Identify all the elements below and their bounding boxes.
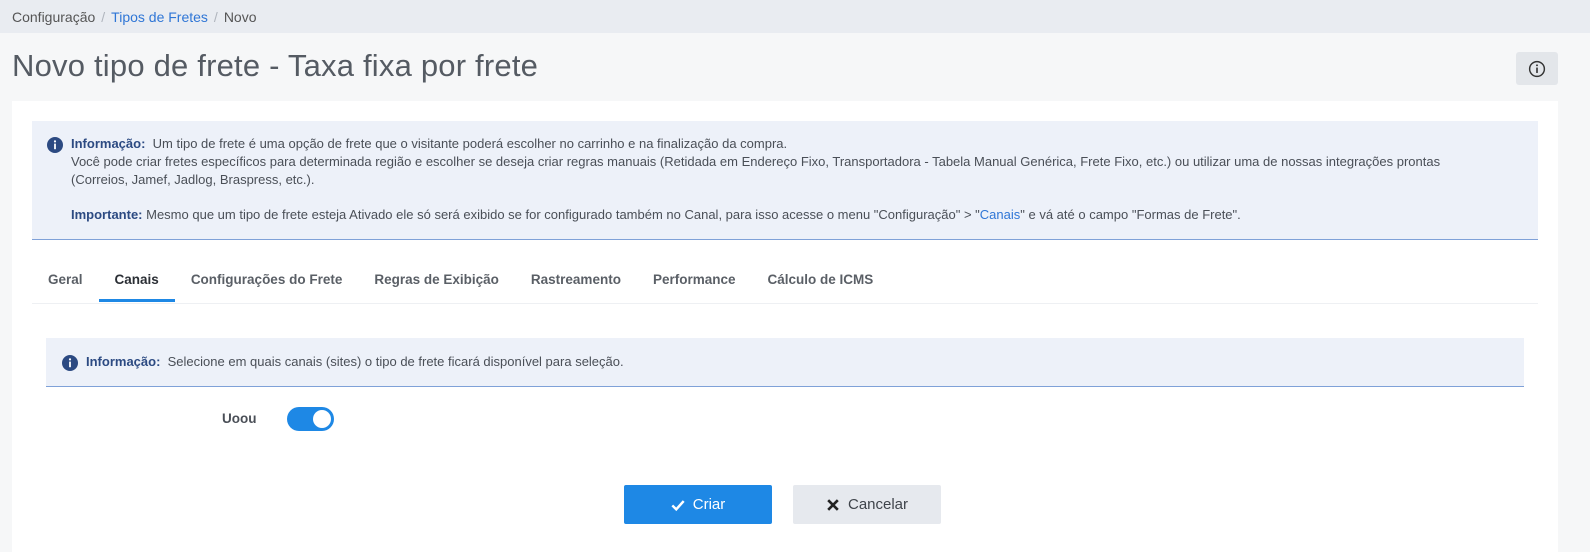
create-button[interactable]: Criar xyxy=(624,485,772,524)
tab-calculo-de-icms[interactable]: Cálculo de ICMS xyxy=(751,261,889,302)
canais-alert-text: Selecione em quais canais (sites) o tipo… xyxy=(167,354,624,369)
toggle-knob xyxy=(313,410,331,428)
info-alert-line2: Você pode criar fretes específicos para … xyxy=(71,154,1441,187)
channel-toggle[interactable] xyxy=(287,407,334,431)
create-button-label: Criar xyxy=(692,496,726,513)
info-circle-icon xyxy=(1528,60,1546,77)
tab-configuracoes-do-frete[interactable]: Configurações do Frete xyxy=(175,261,359,302)
breadcrumb: Configuração / Tipos de Fretes / Novo xyxy=(0,0,1590,33)
breadcrumb-separator: / xyxy=(213,8,218,25)
form-card: Informação: Um tipo de frete é uma opção… xyxy=(12,101,1558,552)
page-title: Novo tipo de frete - Taxa fixa por frete xyxy=(12,48,539,83)
breadcrumb-item-tipos-de-fretes[interactable]: Tipos de Fretes xyxy=(111,9,208,25)
important-text-before: Mesmo que um tipo de frete esteja Ativad… xyxy=(146,207,980,222)
tab-bar: Geral Canais Configurações do Frete Regr… xyxy=(32,261,1538,304)
info-icon xyxy=(62,355,78,371)
canais-link[interactable]: Canais xyxy=(980,207,1020,222)
important-text-after: " e vá até o campo "Formas de Frete". xyxy=(1020,207,1241,222)
tab-regras-de-exibicao[interactable]: Regras de Exibição xyxy=(358,261,515,302)
tab-performance[interactable]: Performance xyxy=(637,261,752,302)
close-icon xyxy=(827,498,839,511)
tab-canais[interactable]: Canais xyxy=(98,261,175,302)
check-icon xyxy=(671,499,685,511)
canais-info-alert: Informação: Selecione em quais canais (s… xyxy=(46,338,1524,387)
cancel-button[interactable]: Cancelar xyxy=(793,485,941,524)
canais-alert-label: Informação: xyxy=(86,354,161,369)
important-label: Importante: xyxy=(71,207,143,222)
info-icon xyxy=(47,137,63,153)
info-alert: Informação: Um tipo de frete é uma opção… xyxy=(32,121,1538,240)
cancel-button-label: Cancelar xyxy=(847,496,909,513)
help-button[interactable] xyxy=(1516,52,1558,85)
breadcrumb-item-novo: Novo xyxy=(223,8,257,25)
tab-geral[interactable]: Geral xyxy=(32,261,99,302)
info-alert-line1: Um tipo de frete é uma opção de frete qu… xyxy=(152,136,788,151)
channel-label: Uoou xyxy=(222,411,257,426)
info-alert-label: Informação: xyxy=(71,136,146,151)
breadcrumb-separator: / xyxy=(101,8,106,25)
tab-rastreamento[interactable]: Rastreamento xyxy=(515,261,637,302)
breadcrumb-item-configuracao[interactable]: Configuração xyxy=(12,9,95,25)
